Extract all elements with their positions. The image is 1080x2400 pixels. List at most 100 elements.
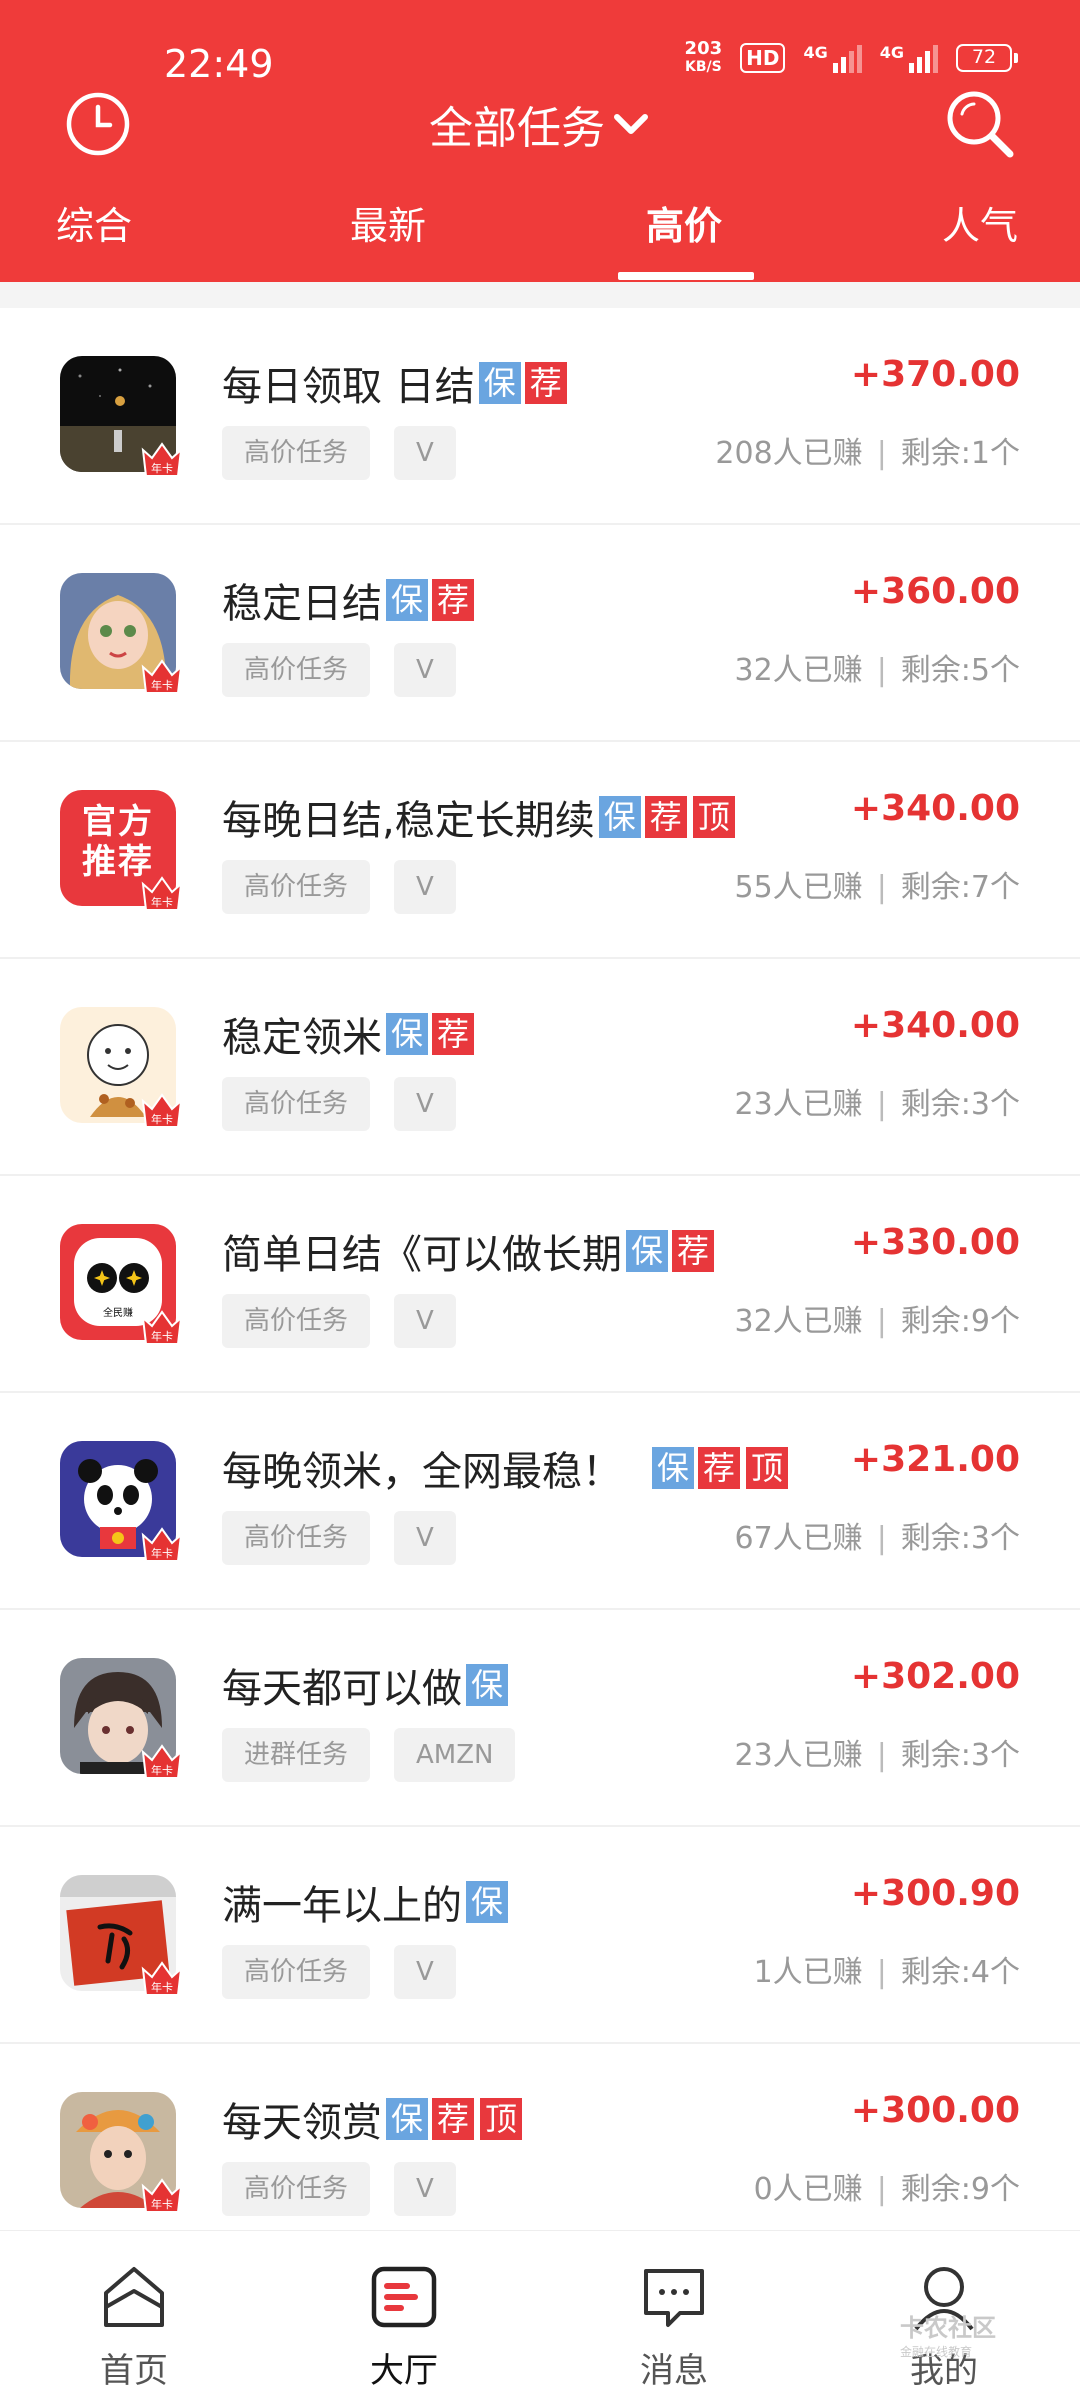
task-price: +340.00 [850,1005,1020,1046]
category-chip: 高价任务 [222,1077,371,1131]
level-chip: V [394,2162,456,2216]
tab-bar: 综合 最新 高价 人气 [0,195,1080,282]
task-item[interactable]: 年卡 稳定领米 保 荐 高价任务 V +340.00 23人已赚 | 剩余:3个 [0,959,1080,1176]
task-item[interactable]: 年卡 每天领赏 保 荐 顶 高价任务 V +300.00 0人已赚 | 剩余:9个 [0,2044,1080,2261]
active-tab-indicator [618,272,754,280]
crown-icon: 年卡 [141,1093,183,1128]
task-item[interactable]: 年卡 满一年以上的 保 高价任务 V +300.90 1人已赚 | 剩余:4个 [0,1827,1080,2044]
level-chip: V [394,426,456,480]
header-bar: 22:49 203 KB/S HD 4G 4G 72 全部任务 综合 最新 高价… [0,0,1080,282]
nav-messages[interactable]: 消息 [574,2231,774,2400]
signal-icon-2: 4G [880,43,938,73]
task-title: 简单日结《可以做长期 保 荐 [222,1222,714,1280]
recommend-badge: 荐 [432,579,474,621]
task-avatar: 年卡 [60,1875,183,1996]
task-price: +370.00 [850,354,1020,395]
task-item[interactable]: 全民赚 年卡 简单日结《可以做长期 保 荐 高价任务 V +330.00 32人… [0,1176,1080,1393]
task-title: 每天领赏 保 荐 顶 [222,2090,522,2148]
task-stats: 55人已赚 | 剩余:7个 [734,870,1021,905]
task-price: +360.00 [850,571,1020,612]
task-title: 每日领取 日结 保 荐 [222,354,567,412]
guarantee-badge: 保 [626,1230,668,1272]
recommend-badge: 荐 [432,2098,474,2140]
category-chip: 高价任务 [222,2162,371,2216]
task-item[interactable]: 年卡 稳定日结 保 荐 高价任务 V +360.00 32人已赚 | 剩余:5个 [0,525,1080,742]
svg-text:年卡: 年卡 [151,2197,173,2211]
level-chip: V [394,1077,456,1131]
svg-text:年卡: 年卡 [151,1112,173,1126]
guarantee-badge: 保 [386,1013,428,1055]
status-time: 22:49 [164,42,274,86]
pinned-badge: 顶 [692,796,735,838]
task-item[interactable]: 年卡 每天都可以做 保 进群任务 AMZN +302.00 23人已赚 | 剩余:3… [0,1610,1080,1827]
crown-icon: 年卡 [141,1310,183,1345]
svg-text:年卡: 年卡 [151,1546,173,1560]
home-icon [104,2267,164,2327]
task-item[interactable]: 年卡 每晚领米，全网最稳！ 保 荐 顶 高价任务 V +321.00 67人已赚… [0,1393,1080,1610]
task-stats: 0人已赚 | 剩余:9个 [753,2172,1020,2207]
tab-latest[interactable]: 最新 [350,195,426,282]
hall-icon [371,2266,437,2328]
task-stats: 32人已赚 | 剩余:9个 [734,1304,1021,1339]
task-item[interactable]: 官方推荐 年卡 每晚日结,稳定长期续 保 荐 顶 高价任务 V +340.00 … [0,742,1080,959]
task-filter-dropdown[interactable]: 全部任务 [0,92,1080,156]
tab-popular[interactable]: 人气 [942,195,1018,282]
battery-icon: 72 [956,44,1018,72]
crown-icon: 年卡 [141,1961,183,1996]
task-price: +340.00 [850,788,1020,829]
svg-text:全民赚: 全民赚 [103,1306,133,1319]
task-avatar: 官方推荐 年卡 [60,790,183,911]
task-stats: 1人已赚 | 剩余:4个 [753,1955,1020,1990]
hd-badge: HD [740,43,786,73]
svg-text:年卡: 年卡 [151,1980,173,1994]
task-avatar: 年卡 [60,1441,183,1562]
level-chip: V [394,643,456,697]
category-chip: 高价任务 [222,1511,371,1565]
task-stats: 23人已赚 | 剩余:3个 [734,1087,1021,1122]
recommend-badge: 荐 [644,796,687,838]
crown-icon: 年卡 [141,876,183,911]
level-chip: V [394,1511,456,1565]
task-avatar: 年卡 [60,356,183,477]
task-title: 稳定日结 保 荐 [222,571,474,629]
category-chip: 高价任务 [222,860,371,914]
svg-text:年卡: 年卡 [151,895,173,909]
task-title: 每天都可以做 保 [222,1656,508,1714]
task-price: +321.00 [850,1439,1020,1480]
svg-text:年卡: 年卡 [151,1763,173,1777]
nav-home[interactable]: 首页 [34,2231,234,2400]
guarantee-badge: 保 [386,579,428,621]
task-avatar: 年卡 [60,573,183,694]
tab-high-price[interactable]: 高价 [646,195,722,282]
task-price: +300.90 [850,1873,1020,1914]
recommend-badge: 荐 [698,1447,740,1489]
guarantee-badge: 保 [386,2098,428,2140]
category-chip: 高价任务 [222,1945,371,1999]
recommend-badge: 荐 [524,362,567,404]
task-title: 每晚日结,稳定长期续 保 荐 顶 [222,788,735,846]
task-list: 年卡 每日领取 日结 保 荐 高价任务 V +370.00 208人已赚 | 剩余:… [0,308,1080,2261]
pinned-badge: 顶 [746,1447,788,1489]
task-item[interactable]: 年卡 每日领取 日结 保 荐 高价任务 V +370.00 208人已赚 | 剩余:… [0,308,1080,525]
task-title: 稳定领米 保 荐 [222,1005,474,1063]
search-icon[interactable] [942,86,1018,162]
crown-icon: 年卡 [141,2178,183,2213]
nav-hall[interactable]: 大厅 [304,2231,504,2400]
task-stats: 23人已赚 | 剩余:3个 [734,1738,1021,1773]
task-price: +302.00 [850,1656,1020,1697]
tab-comprehensive[interactable]: 综合 [56,195,132,282]
task-stats: 208人已赚 | 剩余:1个 [715,436,1020,471]
task-title: 每晚领米，全网最稳！ 保 荐 顶 [222,1439,788,1497]
svg-text:年卡: 年卡 [151,1329,173,1343]
task-avatar: 全民赚 年卡 [60,1224,183,1345]
guarantee-badge: 保 [466,1664,508,1706]
crown-icon: 年卡 [141,1527,183,1562]
divider [0,282,1080,308]
task-avatar: 年卡 [60,2092,183,2213]
task-price: +300.00 [850,2090,1020,2131]
message-icon [644,2269,704,2327]
svg-text:年卡: 年卡 [151,461,173,475]
task-price: +330.00 [850,1222,1020,1263]
pinned-badge: 顶 [480,2098,522,2140]
recommend-badge: 荐 [432,1013,474,1055]
